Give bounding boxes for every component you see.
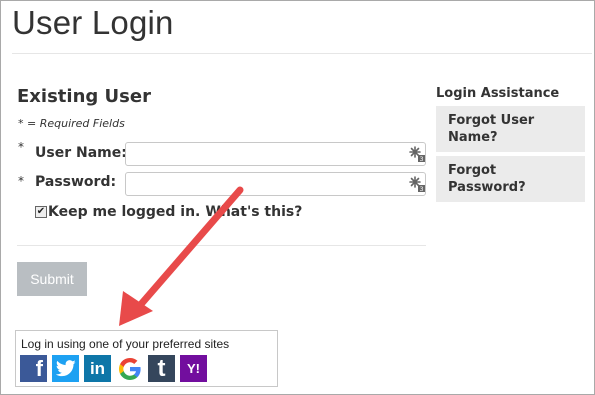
title-divider: [12, 53, 592, 54]
tumblr-icon[interactable]: t: [148, 355, 175, 382]
password-required-mark: *: [18, 174, 24, 188]
remember-me-checkbox[interactable]: ✔: [35, 206, 47, 218]
remember-me-label[interactable]: Keep me logged in.: [48, 204, 200, 220]
linkedin-icon[interactable]: in: [84, 355, 111, 382]
existing-user-heading: Existing User: [17, 86, 151, 107]
social-login-title: Log in using one of your preferred sites: [21, 337, 230, 351]
page-title: User Login: [12, 4, 174, 41]
password-input[interactable]: [125, 172, 426, 196]
password-manager-icon[interactable]: 3: [409, 146, 425, 162]
forgot-username-link[interactable]: Forgot User Name?: [436, 106, 585, 152]
username-label: User Name:: [35, 145, 127, 161]
username-input[interactable]: [125, 142, 426, 166]
login-assistance-heading: Login Assistance: [436, 86, 560, 101]
required-fields-note: * = Required Fields: [18, 117, 125, 130]
whats-this-link[interactable]: What's this?: [205, 204, 302, 220]
facebook-icon[interactable]: f: [20, 355, 47, 382]
social-login-box: Log in using one of your preferred sites…: [15, 330, 278, 387]
social-icons-row: f in t Y!: [20, 355, 212, 382]
yahoo-icon[interactable]: Y!: [180, 355, 207, 382]
svg-text:3: 3: [420, 156, 424, 162]
submit-button[interactable]: Submit: [17, 262, 87, 296]
password-manager-icon[interactable]: 3: [409, 176, 425, 192]
svg-text:3: 3: [420, 186, 424, 192]
username-required-mark: *: [18, 140, 24, 154]
google-icon[interactable]: [116, 355, 143, 382]
remember-me-row: ✔ Keep me logged in. What's this?: [35, 204, 302, 220]
twitter-icon[interactable]: [52, 355, 79, 382]
form-divider: [17, 245, 426, 246]
password-label: Password:: [35, 174, 117, 190]
forgot-password-link[interactable]: Forgot Password?: [436, 156, 585, 202]
